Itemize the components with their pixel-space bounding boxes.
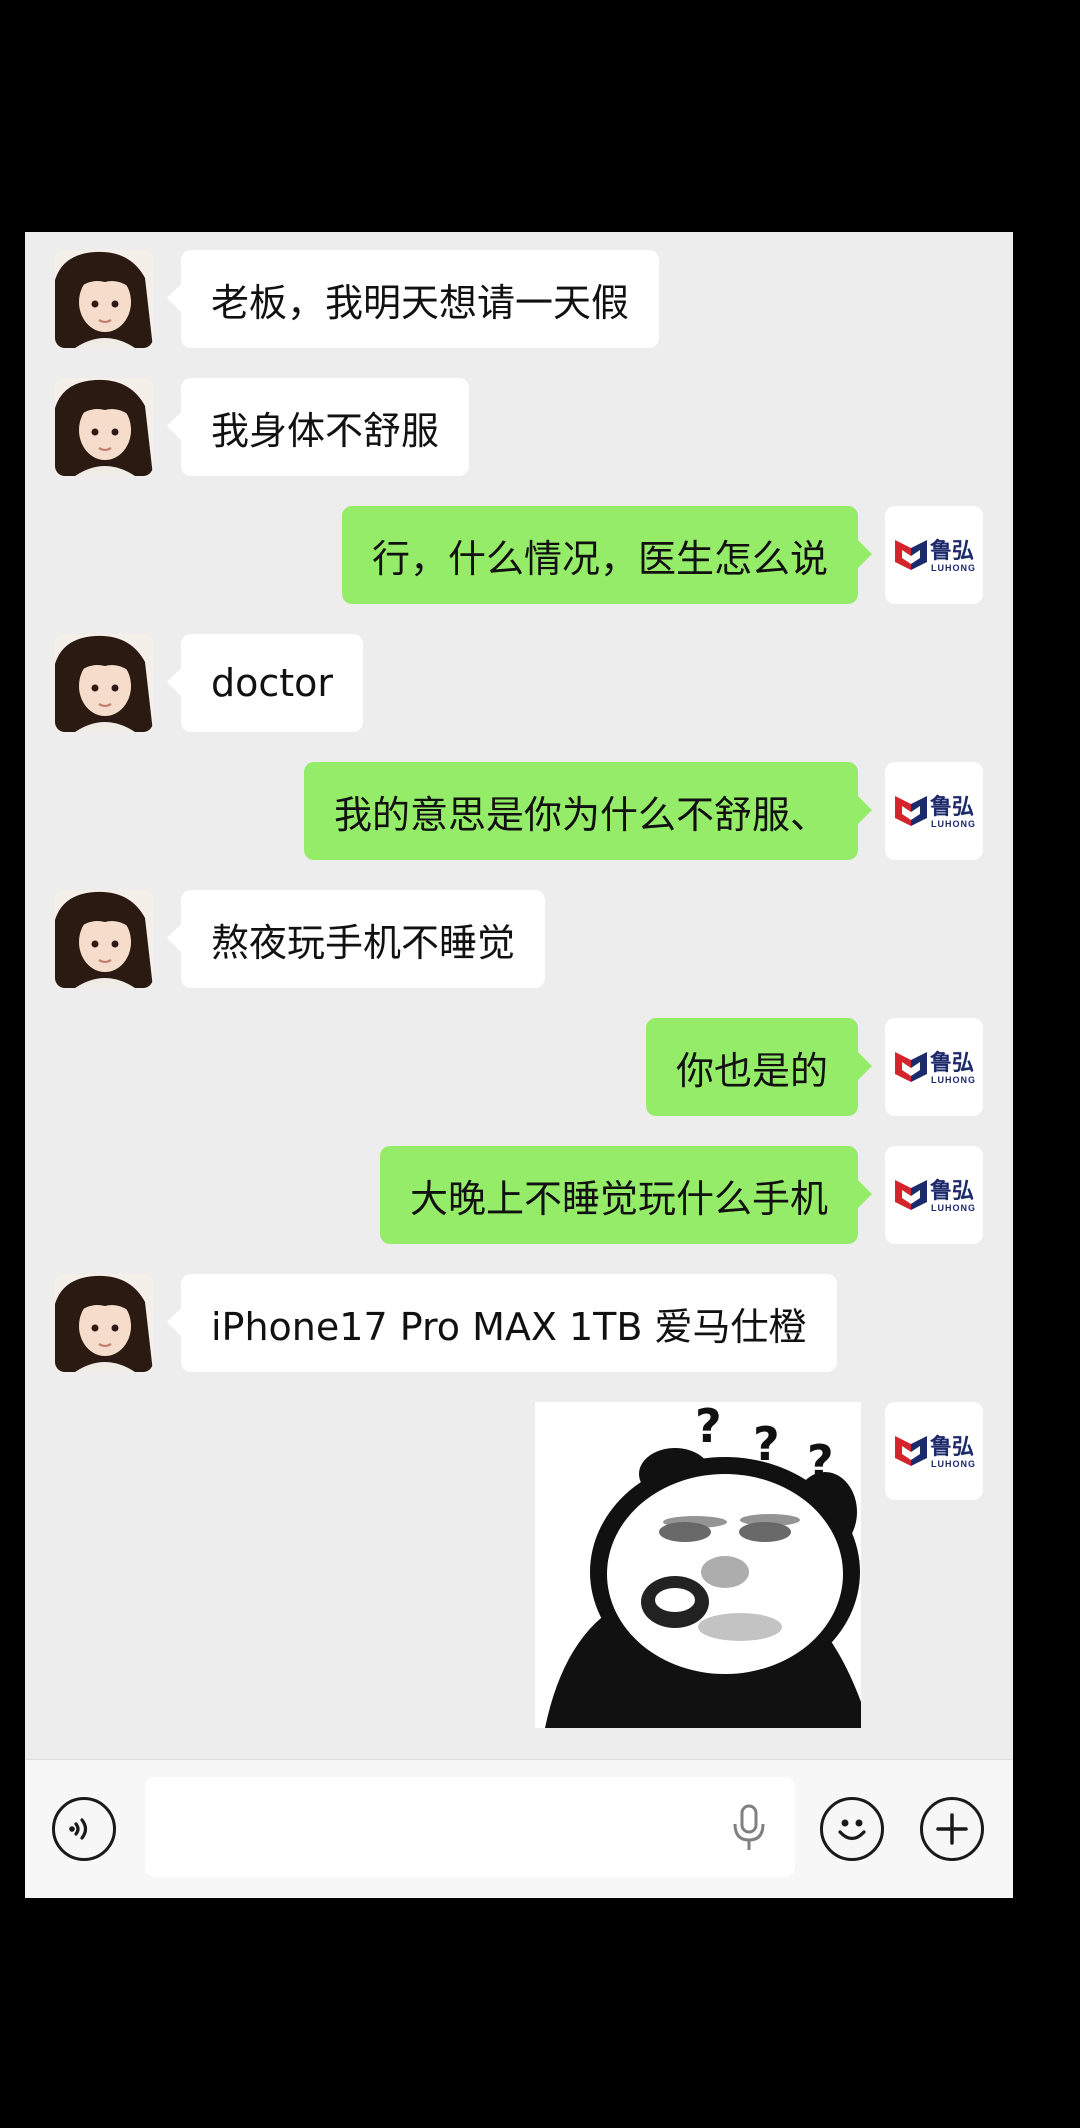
message-row: 大晚上不睡觉玩什么手机 鲁弘 LUHONG [25, 1146, 1013, 1244]
message-row: 熬夜玩手机不睡觉 [25, 890, 1013, 988]
luhong-logo-icon: 鲁弘 LUHONG [895, 1434, 975, 1469]
message-bubble[interactable]: 你也是的 [645, 1018, 873, 1116]
message-row: 行，什么情况，医生怎么说 鲁弘 LUHONG [25, 506, 1013, 604]
message-bubble[interactable]: 行，什么情况，医生怎么说 [341, 506, 873, 604]
contact-avatar[interactable] [55, 378, 153, 476]
contact-avatar[interactable] [55, 634, 153, 732]
message-row: 我的意思是你为什么不舒服、 鲁弘 LUHONG [25, 762, 1013, 860]
svg-text:鲁弘: 鲁弘 [929, 1434, 974, 1460]
luhong-logo-icon: 鲁弘 LUHONG [895, 1050, 975, 1085]
luhong-logo-icon: 鲁弘 LUHONG [895, 1178, 975, 1213]
svg-text:LUHONG: LUHONG [931, 1459, 975, 1469]
emoji-icon[interactable] [820, 1797, 884, 1861]
chat-screen: 老板，我明天想请一天假 我身体不舒服 行，什么情况，医生怎么说 鲁弘 LUHON… [25, 232, 1013, 1898]
svg-text:LUHONG: LUHONG [931, 563, 975, 573]
message-bubble[interactable]: 我身体不舒服 [166, 378, 470, 476]
self-avatar[interactable]: 鲁弘 LUHONG [885, 1402, 983, 1500]
message-bubble[interactable]: iPhone17 Pro MAX 1TB 爱马仕橙 [167, 1274, 837, 1372]
plus-icon[interactable] [920, 1797, 984, 1861]
panda-sticker-image[interactable]: ? ? ? [535, 1402, 861, 1728]
self-avatar[interactable]: 鲁弘 LUHONG [885, 506, 983, 604]
message-input[interactable] [145, 1777, 795, 1877]
voice-icon[interactable] [52, 1797, 116, 1861]
message-row: iPhone17 Pro MAX 1TB 爱马仕橙 [25, 1274, 1013, 1372]
input-bar [25, 1759, 1013, 1898]
message-row: 鲁弘 LUHONG [25, 1402, 1013, 1500]
svg-text:LUHONG: LUHONG [931, 819, 975, 829]
svg-text:鲁弘: 鲁弘 [929, 1178, 974, 1204]
message-row: 老板，我明天想请一天假 [25, 250, 1013, 348]
message-row: 我身体不舒服 [25, 378, 1013, 476]
svg-text:?: ? [695, 1402, 722, 1453]
self-avatar[interactable]: 鲁弘 LUHONG [885, 1018, 983, 1116]
message-bubble[interactable]: 我的意思是你为什么不舒服、 [303, 762, 873, 860]
message-bubble[interactable]: 老板，我明天想请一天假 [166, 250, 660, 348]
luhong-logo-icon: 鲁弘 LUHONG [895, 794, 975, 829]
contact-avatar[interactable] [55, 1274, 153, 1372]
svg-text:鲁弘: 鲁弘 [929, 794, 974, 820]
svg-text:?: ? [807, 1435, 834, 1489]
luhong-logo-icon: 鲁弘 LUHONG [895, 538, 975, 573]
svg-text:LUHONG: LUHONG [931, 1203, 975, 1213]
message-bubble[interactable]: 熬夜玩手机不睡觉 [166, 890, 546, 988]
svg-text:?: ? [753, 1417, 780, 1471]
svg-text:LUHONG: LUHONG [931, 1075, 975, 1085]
self-avatar[interactable]: 鲁弘 LUHONG [885, 762, 983, 860]
svg-text:鲁弘: 鲁弘 [929, 1050, 974, 1076]
message-bubble[interactable]: doctor [166, 634, 364, 732]
message-bubble[interactable]: 大晚上不睡觉玩什么手机 [379, 1146, 873, 1244]
contact-avatar[interactable] [55, 250, 153, 348]
self-avatar[interactable]: 鲁弘 LUHONG [885, 1146, 983, 1244]
mic-icon[interactable] [729, 1804, 769, 1852]
message-row: doctor [25, 634, 1013, 732]
svg-text:鲁弘: 鲁弘 [929, 538, 974, 564]
contact-avatar[interactable] [55, 890, 153, 988]
message-row: 你也是的 鲁弘 LUHONG [25, 1018, 1013, 1116]
